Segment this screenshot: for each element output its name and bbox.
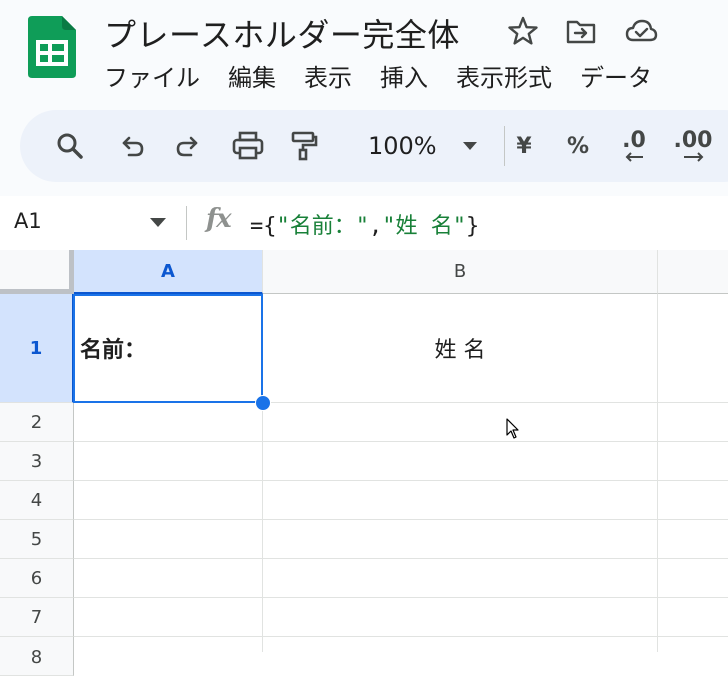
menu-bar: ファイル 編集 表示 挿入 表示形式 データ	[104, 58, 652, 92]
cell-a3[interactable]	[74, 442, 263, 481]
cell-c7[interactable]	[658, 598, 728, 637]
cell-a4[interactable]	[74, 481, 263, 520]
paint-format-button[interactable]	[286, 110, 322, 182]
formula-suffix: }	[466, 214, 480, 239]
cell-b3[interactable]	[263, 442, 658, 481]
cell-b4[interactable]	[263, 481, 658, 520]
increase-decimal-button[interactable]: .00	[670, 110, 716, 182]
cell-b7[interactable]	[263, 598, 658, 637]
cloud-saved-icon[interactable]	[624, 14, 658, 48]
row-header-5[interactable]: 5	[0, 520, 74, 559]
name-box[interactable]: A1	[14, 209, 42, 233]
fill-handle[interactable]	[255, 395, 271, 411]
cell-c1[interactable]	[658, 294, 728, 403]
zoom-select[interactable]: 100%	[368, 110, 478, 182]
formula-string-2: "姓 名"	[382, 214, 466, 239]
cell-a1[interactable]: 名前：	[74, 294, 263, 403]
redo-icon	[176, 136, 198, 157]
redo-button[interactable]	[170, 110, 206, 182]
toolbar: 100% ¥ % .0 .00	[20, 110, 728, 182]
sheet-grid: A B 1 2 3 4 5 6 7 8 名前： 姓 名	[0, 250, 728, 676]
menu-view[interactable]: 表示	[304, 58, 352, 92]
column-header-b[interactable]: B	[263, 250, 658, 294]
cell-a8[interactable]	[74, 637, 263, 652]
cell-a7[interactable]	[74, 598, 263, 637]
name-box-dropdown-icon[interactable]	[150, 218, 166, 227]
increase-decimal-label: .00	[673, 128, 713, 153]
formula-string-1: "名前："	[276, 214, 370, 239]
menu-edit[interactable]: 編集	[228, 58, 276, 92]
formula-input[interactable]: ={"名前：","姓 名"}	[250, 208, 479, 240]
menu-file[interactable]: ファイル	[104, 58, 200, 92]
undo-icon	[122, 136, 144, 157]
star-icon[interactable]	[506, 14, 540, 48]
menu-format[interactable]: 表示形式	[456, 58, 552, 92]
toolbar-divider	[504, 126, 505, 166]
menu-data[interactable]: データ	[580, 58, 652, 92]
column-header-c[interactable]	[658, 250, 728, 294]
print-button[interactable]	[228, 110, 268, 182]
cell-a5[interactable]	[74, 520, 263, 559]
undo-button[interactable]	[114, 110, 150, 182]
print-icon	[232, 131, 264, 160]
cell-b8[interactable]	[263, 637, 658, 652]
cell-c6[interactable]	[658, 559, 728, 598]
top-bar: プレースホルダー完全体 ファイル 編集 表示 挿入 表示形式 データ 100% …	[0, 0, 728, 196]
cell-a6[interactable]	[74, 559, 263, 598]
cell-c5[interactable]	[658, 520, 728, 559]
row-header-3[interactable]: 3	[0, 442, 74, 481]
cell-a2[interactable]	[74, 403, 263, 442]
row-header-2[interactable]: 2	[0, 403, 74, 442]
decrease-decimal-label: .0	[622, 128, 646, 153]
decrease-decimal-button[interactable]: .0	[614, 110, 654, 182]
column-header-a[interactable]: A	[74, 250, 263, 294]
cell-c2[interactable]	[658, 403, 728, 442]
paint-format-icon	[291, 131, 318, 161]
cell-b6[interactable]	[263, 559, 658, 598]
menu-insert[interactable]: 挿入	[380, 58, 428, 92]
cell-b5[interactable]	[263, 520, 658, 559]
cell-c4[interactable]	[658, 481, 728, 520]
row-header-1[interactable]: 1	[0, 294, 74, 403]
currency-format-button[interactable]: ¥	[506, 110, 542, 182]
cell-b1[interactable]: 姓 名	[263, 294, 658, 403]
formula-prefix: ={	[250, 214, 277, 239]
zoom-value: 100%	[368, 132, 437, 160]
sheets-logo-icon[interactable]	[28, 16, 76, 78]
cell-c3[interactable]	[658, 442, 728, 481]
row-header-6[interactable]: 6	[0, 559, 74, 598]
function-icon: fx	[206, 204, 232, 234]
chevron-down-icon	[462, 142, 477, 150]
row-header-4[interactable]: 4	[0, 481, 74, 520]
arrow-left-icon	[625, 152, 643, 162]
document-title[interactable]: プレースホルダー完全体	[104, 10, 460, 56]
formula-divider	[186, 206, 187, 240]
row-header-8[interactable]: 8	[0, 637, 74, 676]
cell-b2[interactable]	[263, 403, 658, 442]
search-icon	[57, 133, 83, 159]
select-all-corner[interactable]	[0, 250, 74, 294]
search-button[interactable]	[50, 110, 90, 182]
percent-format-button[interactable]: %	[560, 110, 596, 182]
cell-c8[interactable]	[658, 637, 728, 652]
arrow-right-icon	[684, 152, 704, 162]
move-to-folder-icon[interactable]	[564, 14, 598, 48]
mouse-pointer-icon	[506, 418, 519, 439]
formula-bar: A1 fx ={"名前：","姓 名"}	[0, 196, 728, 251]
formula-comma: ,	[369, 214, 383, 239]
row-header-7[interactable]: 7	[0, 598, 74, 637]
